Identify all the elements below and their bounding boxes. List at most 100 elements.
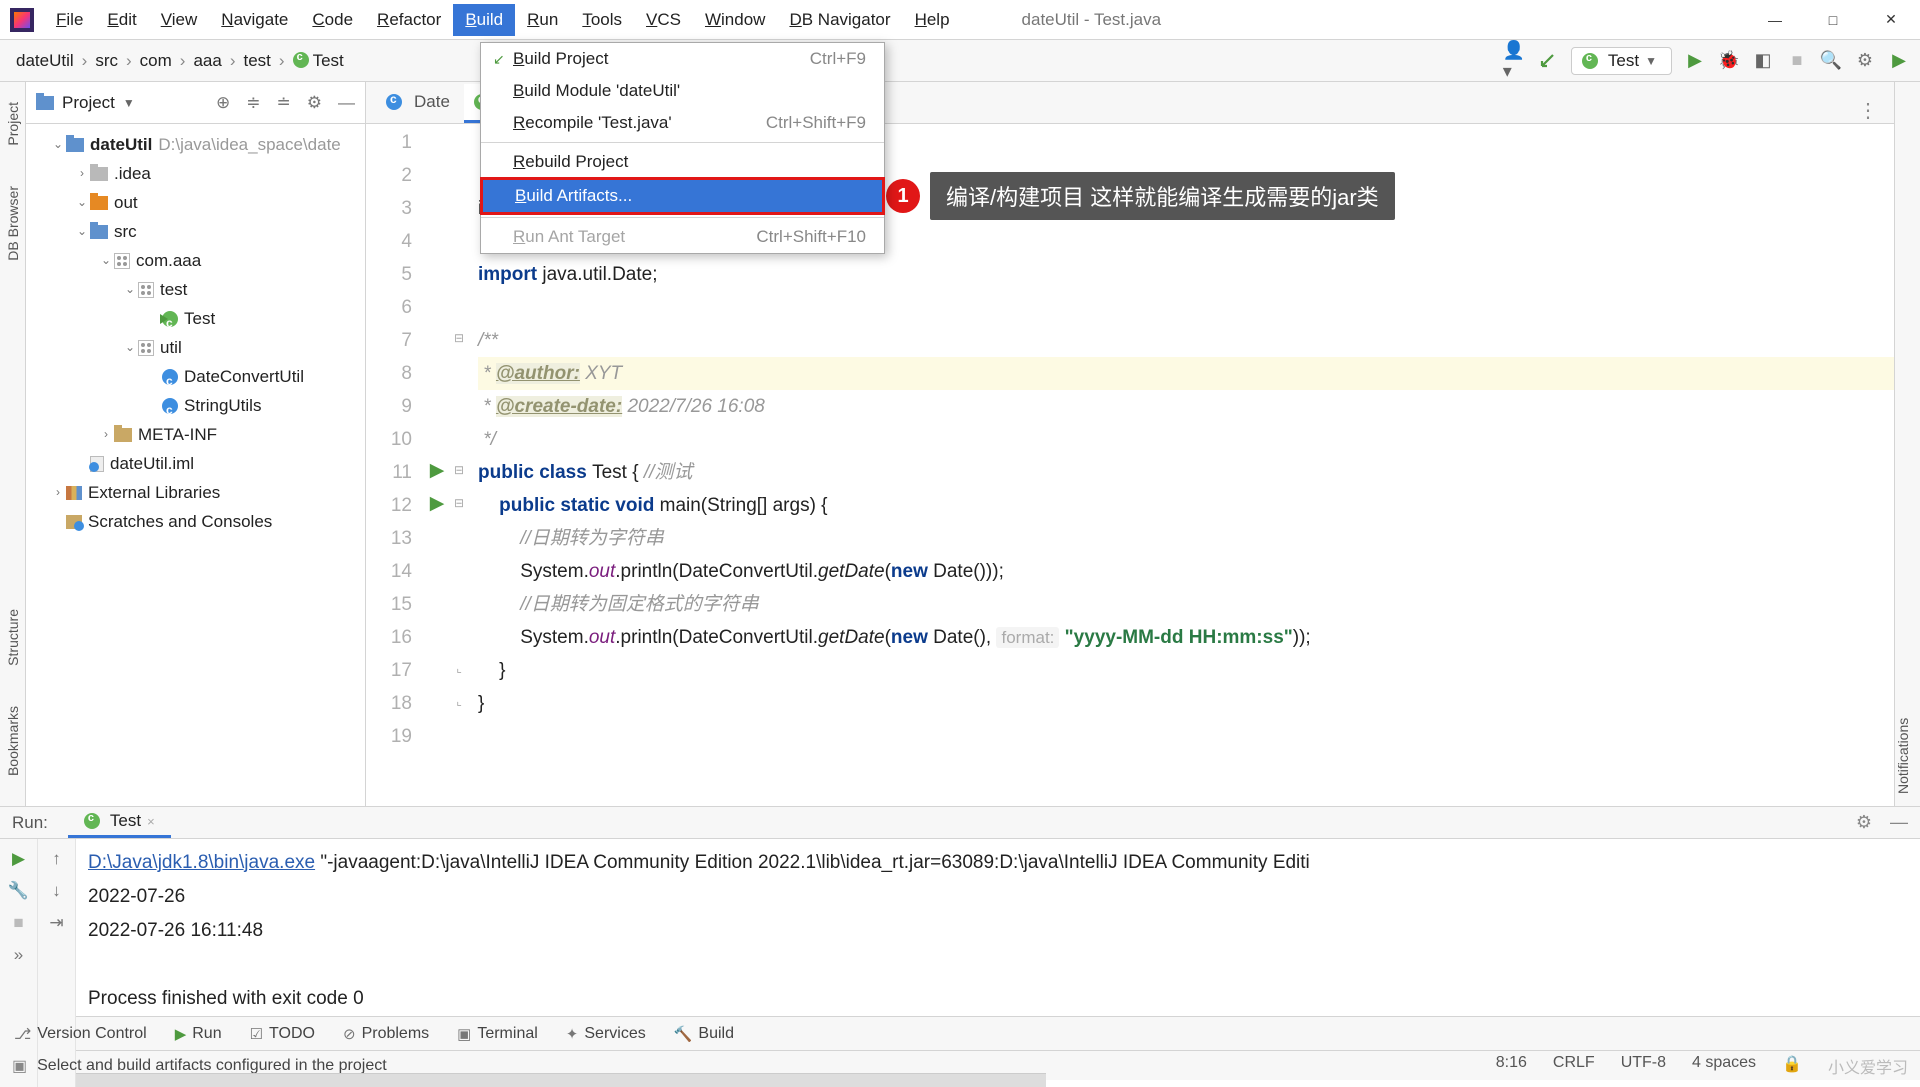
rerun-button[interactable]: ▶ xyxy=(12,849,25,869)
menu-navigate[interactable]: Navigate xyxy=(209,4,300,36)
hide-run-icon[interactable]: — xyxy=(1890,812,1908,833)
build-icon[interactable] xyxy=(1537,50,1559,72)
crumb-com[interactable]: com xyxy=(134,49,178,73)
run-gutter[interactable]: ▶▶ xyxy=(426,124,448,806)
menu-file[interactable]: File xyxy=(44,4,95,36)
menu-vcs[interactable]: VCS xyxy=(634,4,693,36)
soft-wrap-button[interactable]: ⇥ xyxy=(49,913,63,933)
project-header: Project ▼ ⊕ ≑ ≐ ⚙ — xyxy=(26,82,365,124)
main-menu: FileEditViewNavigateCodeRefactorBuildRun… xyxy=(44,4,962,36)
menu-help[interactable]: Help xyxy=(903,4,962,36)
breadcrumb[interactable]: dateUtil›src›com›aaa›test›Test xyxy=(10,49,350,73)
annotation-callout: 1 编译/构建项目 这样就能编译生成需要的jar类 xyxy=(886,172,1395,220)
tree-dateutil[interactable]: ⌄dateUtilD:\java\idea_space\date xyxy=(30,130,361,159)
crumb-aaa[interactable]: aaa xyxy=(187,49,227,73)
tree-out[interactable]: ⌄out xyxy=(30,188,361,217)
rail-notifications[interactable]: Notifications xyxy=(1895,94,1911,794)
down-stack-button[interactable]: ↓ xyxy=(52,881,61,901)
minimize-button[interactable]: ― xyxy=(1746,0,1804,40)
coverage-button[interactable]: ◧ xyxy=(1752,50,1774,72)
run-controls-col2: ↑ ↓ ⇥ xyxy=(38,839,76,1087)
project-tree[interactable]: ⌄dateUtilD:\java\idea_space\date›.idea⌄o… xyxy=(26,124,365,542)
add-configuration-icon[interactable]: 👤▾ xyxy=(1503,50,1525,72)
collapse-all-icon[interactable]: ≐ xyxy=(277,93,291,113)
run-settings-icon[interactable]: ⚙ xyxy=(1856,812,1872,833)
menu-refactor[interactable]: Refactor xyxy=(365,4,453,36)
settings-icon[interactable]: ⚙ xyxy=(1854,50,1876,72)
rail-project[interactable]: Project xyxy=(5,102,21,146)
run-tab-label: Test xyxy=(110,811,141,831)
stop-button[interactable]: ■ xyxy=(13,913,23,933)
callout-text: 编译/构建项目 这样就能编译生成需要的jar类 xyxy=(930,172,1395,220)
tree-test[interactable]: ⌄test xyxy=(30,275,361,304)
status-window-icon[interactable]: ▣ xyxy=(12,1056,27,1076)
run-tool-window: Run: Test × ⚙ — ▶ 🔧 ■ » ↑ ↓ ⇥ D:\Java\jd… xyxy=(0,806,1920,1016)
stop-button[interactable]: ■ xyxy=(1786,50,1808,72)
crumb-src[interactable]: src xyxy=(89,49,124,73)
menu-code[interactable]: Code xyxy=(300,4,365,36)
run-header-label: Run: xyxy=(12,813,48,833)
menu-edit[interactable]: Edit xyxy=(95,4,148,36)
menu-item-build-artifacts[interactable]: Build Artifacts... xyxy=(480,177,885,215)
fold-gutter[interactable]: ⊟⊟⊟⌞⌞ xyxy=(448,124,470,806)
run-output[interactable]: D:\Java\jdk1.8\bin\java.exe "-javaagent:… xyxy=(76,839,1920,1087)
edit-config-button[interactable]: 🔧 xyxy=(8,881,29,901)
up-stack-button[interactable]: ↑ xyxy=(52,849,61,869)
tree-dateconvertutil[interactable]: DateConvertUtil xyxy=(30,362,361,391)
expand-all-icon[interactable]: ≑ xyxy=(246,93,260,113)
hide-icon[interactable]: — xyxy=(338,93,355,113)
app-icon xyxy=(10,8,34,32)
maximize-button[interactable]: □ xyxy=(1804,0,1862,40)
menu-tools[interactable]: Tools xyxy=(570,4,634,36)
tree-com-aaa[interactable]: ⌄com.aaa xyxy=(30,246,361,275)
crumb-test[interactable]: Test xyxy=(287,49,350,73)
tree-dateutil-iml[interactable]: dateUtil.iml xyxy=(30,449,361,478)
horizontal-scrollbar[interactable] xyxy=(76,1073,1046,1087)
left-tool-rail: Project DB Browser Structure Bookmarks xyxy=(0,82,26,806)
exit-button[interactable]: » xyxy=(14,945,23,965)
tree-src[interactable]: ⌄src xyxy=(30,217,361,246)
navigation-bar: dateUtil›src›com›aaa›test›Test 👤▾ Test ▼… xyxy=(0,40,1920,82)
window-controls: ― □ ✕ xyxy=(1746,0,1920,40)
run-button[interactable]: ▶ xyxy=(1684,50,1706,72)
tab-date[interactable]: Date xyxy=(376,84,464,123)
project-tool-window: Project ▼ ⊕ ≑ ≐ ⚙ — ⌄dateUtilD:\java\ide… xyxy=(26,82,366,806)
rail-structure[interactable]: Structure xyxy=(5,609,21,666)
locate-icon[interactable]: ⊕ xyxy=(216,93,230,113)
tree-external-libraries[interactable]: ›External Libraries xyxy=(30,478,361,507)
tree-test[interactable]: Test xyxy=(30,304,361,333)
menu-item-recompile-test-java[interactable]: Recompile 'Test.java'Ctrl+Shift+F9 xyxy=(481,107,884,139)
tab-label: Date xyxy=(414,92,450,112)
search-everywhere-icon[interactable]: 🔍 xyxy=(1820,50,1842,72)
tree--idea[interactable]: ›.idea xyxy=(30,159,361,188)
folder-icon xyxy=(36,96,54,110)
run-tab[interactable]: Test × xyxy=(68,807,171,838)
menu-item-build-module-dateutil[interactable]: Build Module 'dateUtil' xyxy=(481,75,884,107)
tree-util[interactable]: ⌄util xyxy=(30,333,361,362)
menu-item-build-project[interactable]: ↙Build ProjectCtrl+F9 xyxy=(481,43,884,75)
run-config-selector[interactable]: Test ▼ xyxy=(1571,47,1672,75)
tree-meta-inf[interactable]: ›META-INF xyxy=(30,420,361,449)
crumb-dateutil[interactable]: dateUtil xyxy=(10,49,80,73)
close-button[interactable]: ✕ xyxy=(1862,0,1920,40)
close-run-tab-icon[interactable]: × xyxy=(147,814,155,829)
crumb-test[interactable]: test xyxy=(238,49,277,73)
rail-db-browser[interactable]: DB Browser xyxy=(5,186,21,261)
menu-item-run-ant-target: Run Ant TargetCtrl+Shift+F10 xyxy=(481,221,884,253)
project-header-label[interactable]: Project xyxy=(62,93,115,113)
settings-icon[interactable]: ⚙ xyxy=(307,93,322,113)
menu-db-navigator[interactable]: DB Navigator xyxy=(777,4,902,36)
menu-window[interactable]: Window xyxy=(693,4,777,36)
ide-run-icon[interactable]: ▶ xyxy=(1888,50,1910,72)
debug-button[interactable]: 🐞 xyxy=(1718,50,1740,72)
tree-scratches-and-consoles[interactable]: Scratches and Consoles xyxy=(30,507,361,536)
tree-stringutils[interactable]: StringUtils xyxy=(30,391,361,420)
rail-bookmarks[interactable]: Bookmarks xyxy=(5,706,21,776)
tabs-menu-icon[interactable]: ⋮ xyxy=(1842,98,1894,123)
menu-run[interactable]: Run xyxy=(515,4,570,36)
chevron-down-icon: ▼ xyxy=(1645,54,1657,68)
menu-item-rebuild-project[interactable]: Rebuild Project xyxy=(481,146,884,178)
chevron-down-icon[interactable]: ▼ xyxy=(123,96,135,110)
menu-build[interactable]: Build xyxy=(453,4,515,36)
menu-view[interactable]: View xyxy=(149,4,210,36)
